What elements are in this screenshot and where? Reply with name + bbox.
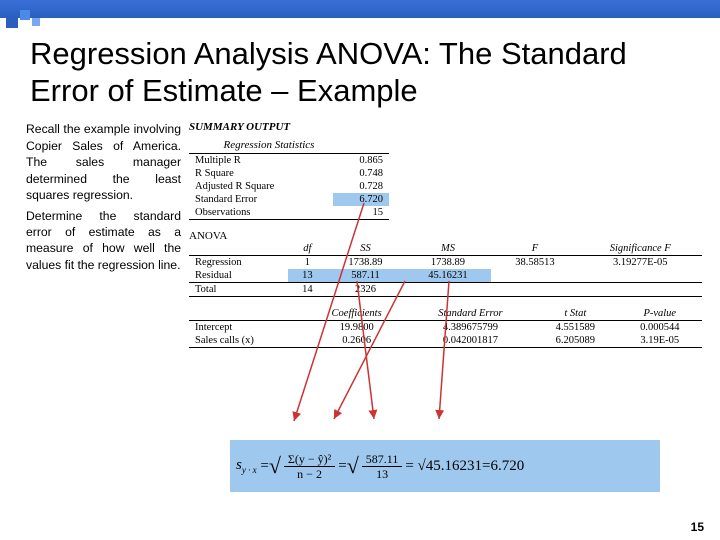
- page-number: 15: [691, 520, 704, 534]
- regression-stats-table: Multiple R0.865 R Square0.748 Adjusted R…: [189, 153, 389, 220]
- stat-value: 0.728: [333, 180, 389, 193]
- stat-value-highlighted: 6.720: [333, 193, 389, 206]
- regression-stats-label: Regression Statistics: [189, 139, 349, 151]
- body-text: Recall the example involving Copier Sale…: [26, 121, 181, 348]
- stat-label: Multiple R: [189, 154, 333, 168]
- col-header: Standard Error: [408, 307, 533, 321]
- anova-table: dfSSMSFSignificance F Regression11738.89…: [189, 242, 702, 297]
- stat-label: Adjusted R Square: [189, 180, 333, 193]
- paragraph-determine: Determine the standard error of estimate…: [26, 208, 181, 274]
- col-header: Significance F: [578, 242, 702, 256]
- stat-label: Observations: [189, 206, 333, 220]
- coefficients-table: CoefficientsStandard Errort StatP-value …: [189, 307, 702, 348]
- col-header: df: [288, 242, 326, 256]
- pixel-decoration: [32, 18, 40, 26]
- col-header: MS: [405, 242, 492, 256]
- anova-label: ANOVA: [189, 230, 702, 242]
- formula-box: sy · x = √ Σ(y − ŷ)²n − 2 = √ 587.1113 =…: [230, 440, 660, 492]
- excel-output: SUMMARY OUTPUT Regression Statistics Mul…: [189, 121, 702, 348]
- stat-value: 0.865: [333, 154, 389, 168]
- pixel-decoration: [20, 10, 30, 20]
- stat-value: 0.748: [333, 167, 389, 180]
- stat-label: Standard Error: [189, 193, 333, 206]
- col-header: Coefficients: [306, 307, 408, 321]
- row-label: Sales calls (x): [189, 334, 306, 348]
- top-banner: [0, 0, 720, 18]
- paragraph-recall: Recall the example involving Copier Sale…: [26, 121, 181, 203]
- row-label: Residual: [189, 269, 288, 283]
- summary-output-label: SUMMARY OUTPUT: [189, 121, 702, 133]
- col-header: SS: [326, 242, 404, 256]
- row-label: Regression: [189, 256, 288, 270]
- row-label: Total: [189, 283, 288, 297]
- col-header: F: [491, 242, 578, 256]
- col-header: t Stat: [533, 307, 617, 321]
- col-header: P-value: [618, 307, 702, 321]
- stat-value: 15: [333, 206, 389, 220]
- row-label: Intercept: [189, 321, 306, 335]
- stat-label: R Square: [189, 167, 333, 180]
- pixel-decoration: [6, 16, 18, 28]
- slide-title: Regression Analysis ANOVA: The Standard …: [0, 18, 720, 117]
